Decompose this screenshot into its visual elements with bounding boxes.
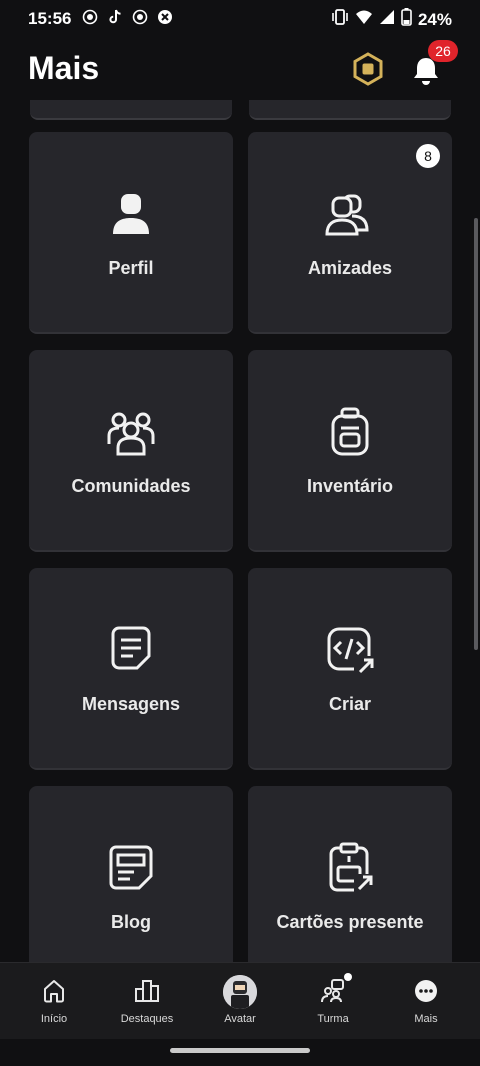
tile-peek <box>30 100 232 120</box>
party-indicator-dot <box>344 973 352 981</box>
scrollbar[interactable] <box>474 218 478 650</box>
bottom-navigation: Início Destaques Avatar Turma Mais <box>0 962 480 1039</box>
tile-label: Amizades <box>307 258 393 278</box>
nav-avatar[interactable]: Avatar <box>192 963 288 1039</box>
tiktok-icon <box>107 9 123 25</box>
robux-icon <box>353 52 383 86</box>
more-icon <box>415 980 437 1002</box>
home-icon <box>44 980 64 1003</box>
vibrate-icon <box>331 9 349 30</box>
signal-icon <box>379 9 395 30</box>
gift-card-icon <box>329 842 374 894</box>
tile-label: Inventário <box>306 476 394 496</box>
person-icon <box>113 194 149 234</box>
battery-icon <box>401 8 412 31</box>
wifi-icon <box>355 9 373 30</box>
status-bar: 15:56 24% <box>0 0 480 36</box>
nav-label: Mais <box>414 1013 438 1025</box>
tile-label: Cartões presente <box>276 912 424 932</box>
tile-label: Perfil <box>108 258 154 278</box>
tile-profile[interactable]: Perfil <box>29 132 233 334</box>
more-menu-grid: Perfil Amizades 8 Comunidades Inventário… <box>0 100 480 962</box>
notification-badge: 26 <box>428 40 458 62</box>
tile-label: Mensagens <box>81 694 181 714</box>
tile-friends[interactable]: Amizades 8 <box>248 132 452 334</box>
app-header: Mais 26 <box>0 40 480 100</box>
home-indicator[interactable] <box>170 1048 310 1053</box>
status-system-icons: 24% <box>331 8 452 31</box>
battery-percent: 24% <box>417 9 452 29</box>
avatar-icon <box>223 975 257 1009</box>
tile-label: Criar <box>328 694 372 714</box>
tile-create[interactable]: Criar <box>248 568 452 770</box>
friends-badge: 8 <box>416 144 440 168</box>
nav-charts[interactable]: Destaques <box>99 963 195 1039</box>
message-icon <box>111 626 151 670</box>
tile-label: Blog <box>111 912 151 932</box>
chart-icon <box>135 980 159 1002</box>
nav-party[interactable]: Turma <box>285 963 381 1039</box>
nav-label: Turma <box>317 1013 349 1025</box>
tile-peek <box>249 100 451 120</box>
page-title: Mais <box>28 50 100 86</box>
nav-home[interactable]: Início <box>6 963 102 1039</box>
tile-gift-cards[interactable]: Cartões presente <box>248 786 452 962</box>
nav-label: Início <box>40 1013 68 1025</box>
tile-messages[interactable]: Mensagens <box>29 568 233 770</box>
blog-icon <box>109 845 153 890</box>
nav-more[interactable]: Mais <box>378 963 474 1039</box>
status-notification-icons <box>82 9 173 25</box>
backpack-icon <box>331 407 369 456</box>
code-icon <box>327 627 374 676</box>
friends-icon <box>325 194 369 236</box>
tile-inventory[interactable]: Inventário <box>248 350 452 552</box>
status-time: 15:56 <box>28 9 72 28</box>
tile-communities[interactable]: Comunidades <box>29 350 233 552</box>
nav-label: Avatar <box>224 1013 256 1025</box>
robux-button[interactable] <box>350 51 386 87</box>
tile-label: Comunidades <box>71 476 191 496</box>
tile-blog[interactable]: Blog <box>29 786 233 962</box>
party-icon <box>321 979 344 1003</box>
nav-label: Destaques <box>120 1013 174 1025</box>
record-icon <box>132 9 148 25</box>
game-icon <box>157 9 173 25</box>
record-icon <box>82 9 98 25</box>
communities-icon <box>107 412 155 456</box>
